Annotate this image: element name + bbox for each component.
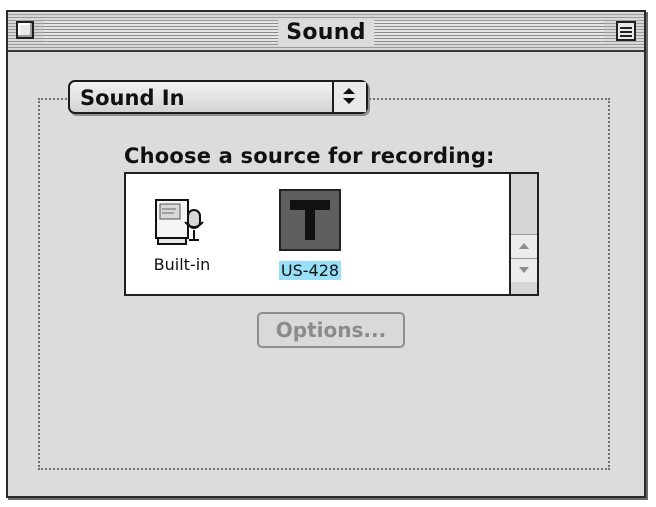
popup-selected-value: Sound In [80,86,185,110]
windowshade-icon[interactable] [616,21,636,41]
usb-device-icon [279,189,341,251]
up-arrow-icon [519,243,529,249]
popup-arrows-icon [332,82,366,112]
window-title: Sound [278,20,374,46]
scroll-up-button[interactable] [511,234,537,258]
vertical-scrollbar[interactable] [509,174,537,294]
down-arrow-icon [519,267,529,273]
list-item-label: Built-in [153,255,211,274]
list-item-us-428[interactable]: US-428 [270,188,350,280]
selected-item-text: US-428 [278,261,342,280]
sound-window: Sound Sound In Choose a source for recor… [6,10,646,498]
scroll-down-button[interactable] [511,258,537,282]
selected-item-label: US-428 [270,261,350,280]
sound-category-popup[interactable]: Sound In [68,80,368,114]
source-heading: Choose a source for recording: [124,144,495,168]
close-box-icon[interactable] [16,21,34,39]
list-item-built-in[interactable]: Built-in [146,192,218,274]
window-content: Sound In Choose a source for recording: [18,60,634,486]
title-bar[interactable]: Sound [8,12,644,52]
microphone-computer-icon [155,199,204,245]
options-button[interactable]: Options... [257,312,405,348]
recording-source-list[interactable]: Built-in US-428 [124,172,539,296]
